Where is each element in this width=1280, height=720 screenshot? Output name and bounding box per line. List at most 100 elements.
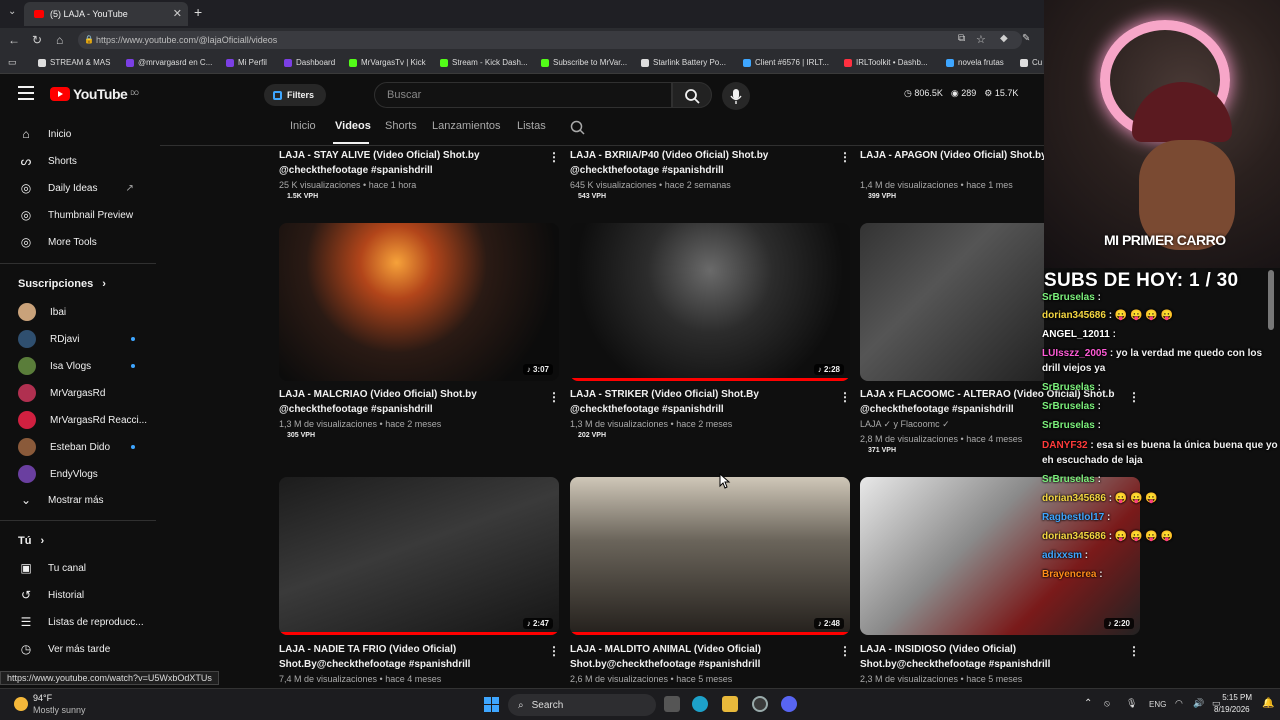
- clock-time[interactable]: 5:15 PM: [1222, 693, 1252, 702]
- tab-inicio[interactable]: Inicio: [290, 120, 316, 132]
- stat-likes: ⚙ 15.7K: [984, 88, 1019, 98]
- task-view-icon[interactable]: [664, 696, 680, 712]
- more-options-icon[interactable]: ⋮: [548, 644, 560, 658]
- youtube-logo[interactable]: YouTube DO: [50, 86, 139, 102]
- more-options-icon[interactable]: ⋮: [839, 150, 851, 164]
- sidebar-item-tu-canal[interactable]: ▣ Tu canal: [18, 560, 86, 576]
- more-options-icon[interactable]: ⋮: [548, 390, 560, 404]
- more-options-icon[interactable]: ⋮: [839, 390, 851, 404]
- taskbar-search[interactable]: ⌕ Search: [508, 694, 656, 716]
- sidebar-item-playlists[interactable]: ☰ Listas de reproducc...: [18, 614, 144, 630]
- video-title[interactable]: LAJA - MALCRIAO (Video Oficial) Shot.by …: [279, 387, 549, 417]
- bookmark-item[interactable]: IRLToolkit • Dashb...: [844, 58, 928, 67]
- subscription-item[interactable]: Ibai: [18, 303, 66, 321]
- bookmark-item[interactable]: Starlink Battery Po...: [641, 58, 726, 67]
- volume-icon[interactable]: 🔊: [1193, 698, 1204, 709]
- sidebar-item-thumbnail-preview[interactable]: ◎ Thumbnail Preview: [18, 207, 133, 223]
- favorite-star-icon[interactable]: ☆: [976, 33, 986, 46]
- subscription-item[interactable]: Isa Vlogs: [18, 357, 91, 375]
- video-title[interactable]: LAJA - STAY ALIVE (Video Oficial) Shot.b…: [279, 148, 549, 178]
- extension-icon[interactable]: ◆: [1000, 33, 1008, 44]
- extension-icon-2[interactable]: ✎: [1022, 33, 1030, 44]
- bookmark-item[interactable]: Mi Perfil: [226, 58, 267, 67]
- video-title[interactable]: LAJA - APAGON (Video Oficial) Shot.by: [860, 148, 1050, 163]
- sidebar-item-historial[interactable]: ↺ Historial: [18, 587, 84, 603]
- bookmark-item[interactable]: @mrvargasrd en C...: [126, 58, 212, 67]
- show-more-button[interactable]: ⌄ Mostrar más: [18, 492, 104, 508]
- subscription-item[interactable]: MrVargasRd Reacci...: [18, 411, 147, 429]
- tab-list-icon[interactable]: ⌄: [8, 6, 16, 17]
- weather-temp[interactable]: 94°F: [33, 693, 52, 703]
- wifi-icon[interactable]: ◠: [1175, 698, 1183, 709]
- search-input[interactable]: Buscar: [374, 82, 672, 108]
- sidebar-item-watch-later[interactable]: ◷ Ver más tarde: [18, 641, 111, 657]
- video-channels[interactable]: LAJA ✓ y Flacoomc ✓: [860, 419, 950, 430]
- url-text: https://www.youtube.com/@lajaOficiall/vi…: [96, 35, 278, 45]
- bookmark-item[interactable]: Client #6576 | IRLT...: [743, 58, 829, 67]
- more-options-icon[interactable]: ⋮: [548, 150, 560, 164]
- video-thumbnail[interactable]: ♪ 2:28: [570, 223, 850, 381]
- app-icon[interactable]: [752, 696, 768, 712]
- video-thumbnail[interactable]: ♪ 2:48: [570, 477, 850, 635]
- subscription-item[interactable]: EndyVlogs: [18, 465, 98, 483]
- sidebar: ⌂ Inicio ᔕ Shorts ◎ Daily Ideas ↗ ◎ Thumbnail…: [0, 114, 160, 674]
- chevron-up-icon[interactable]: ⌃: [1084, 698, 1092, 709]
- bookmark-item[interactable]: novela frutas: [946, 58, 1004, 67]
- avatar: [18, 438, 36, 456]
- bookmark-item[interactable]: Stream - Kick Dash...: [440, 58, 528, 67]
- filters-button[interactable]: Filters: [264, 84, 326, 106]
- video-title[interactable]: LAJA - NADIE TA FRIO (Video Oficial) Sho…: [279, 642, 549, 672]
- language-indicator[interactable]: ENG: [1149, 700, 1166, 709]
- subscription-item[interactable]: RDjavi: [18, 330, 79, 348]
- bookmark-item[interactable]: MrVargasTv | Kick: [349, 58, 426, 67]
- more-options-icon[interactable]: ⋮: [839, 644, 851, 658]
- video-title[interactable]: LAJA - MALDITO ANIMAL (Video Oficial) Sh…: [570, 642, 840, 672]
- file-explorer-icon[interactable]: [722, 696, 738, 712]
- windows-start-icon[interactable]: [484, 697, 500, 713]
- tab-lanzamientos[interactable]: Lanzamientos: [432, 120, 501, 132]
- sidebar-toggle-icon[interactable]: ▭: [8, 57, 17, 68]
- video-title[interactable]: LAJA - STRIKER (Video Oficial) Shot.By @…: [570, 387, 840, 417]
- open-in-app-icon[interactable]: ⧉: [958, 33, 965, 44]
- video-title[interactable]: LAJA - BXRIIA/P40 (Video Oficial) Shot.b…: [570, 148, 840, 178]
- voice-search-button[interactable]: [722, 82, 750, 110]
- bookmark-item[interactable]: Dashboard: [284, 58, 335, 67]
- sidebar-item-shorts[interactable]: ᔕ Shorts: [18, 153, 77, 169]
- sidebar-item-more-tools[interactable]: ◎ More Tools: [18, 234, 97, 250]
- subscription-item[interactable]: Esteban Dido: [18, 438, 110, 456]
- video-thumbnail[interactable]: ♪ 3:07: [279, 223, 559, 381]
- bookmark-item[interactable]: Cu: [1020, 58, 1042, 67]
- channel-search-icon[interactable]: [570, 120, 586, 136]
- new-tab-icon[interactable]: +: [194, 4, 202, 20]
- reload-icon[interactable]: ↻: [32, 33, 42, 47]
- clock-date[interactable]: 8/19/2026: [1214, 705, 1250, 714]
- network-off-icon[interactable]: ⦸: [1104, 698, 1110, 709]
- search-button[interactable]: [672, 82, 712, 108]
- tab-close-icon[interactable]: ✕: [173, 7, 182, 20]
- notifications-icon[interactable]: 🔔: [1262, 698, 1274, 709]
- home-icon[interactable]: ⌂: [56, 33, 63, 47]
- tab-shorts[interactable]: Shorts: [385, 120, 417, 132]
- tab-videos[interactable]: Videos: [335, 120, 371, 132]
- video-thumbnail[interactable]: [860, 223, 1044, 381]
- sidebar-item-inicio[interactable]: ⌂ Inicio: [18, 126, 71, 142]
- back-icon[interactable]: ←: [8, 33, 20, 47]
- you-heading[interactable]: Tú ›: [18, 535, 44, 547]
- page-scrollbar[interactable]: [1268, 270, 1274, 330]
- edge-icon[interactable]: [692, 696, 708, 712]
- microphone-icon[interactable]: 🎙: [1126, 698, 1137, 709]
- tab-listas[interactable]: Listas: [517, 120, 546, 132]
- sidebar-item-daily-ideas[interactable]: ◎ Daily Ideas ↗: [18, 180, 134, 196]
- video-title[interactable]: LAJA - INSIDIOSO (Video Oficial) Shot.by…: [860, 642, 1130, 672]
- bookmark-item[interactable]: STREAM & MAS: [38, 58, 110, 67]
- subscriptions-heading[interactable]: Suscripciones ›: [18, 278, 106, 290]
- discord-icon[interactable]: [781, 696, 797, 712]
- active-tab-indicator: [333, 142, 369, 144]
- bookmark-item[interactable]: Subscribe to MrVar...: [541, 58, 627, 67]
- more-options-icon[interactable]: ⋮: [1128, 644, 1140, 658]
- video-thumbnail[interactable]: ♪ 2:47: [279, 477, 559, 635]
- address-bar[interactable]: 🔒 https://www.youtube.com/@lajaOficiall/…: [78, 31, 1022, 49]
- browser-tab-active[interactable]: (5) LAJA - YouTube ✕: [24, 2, 188, 26]
- menu-icon[interactable]: [18, 86, 34, 100]
- subscription-item[interactable]: MrVargasRd: [18, 384, 105, 402]
